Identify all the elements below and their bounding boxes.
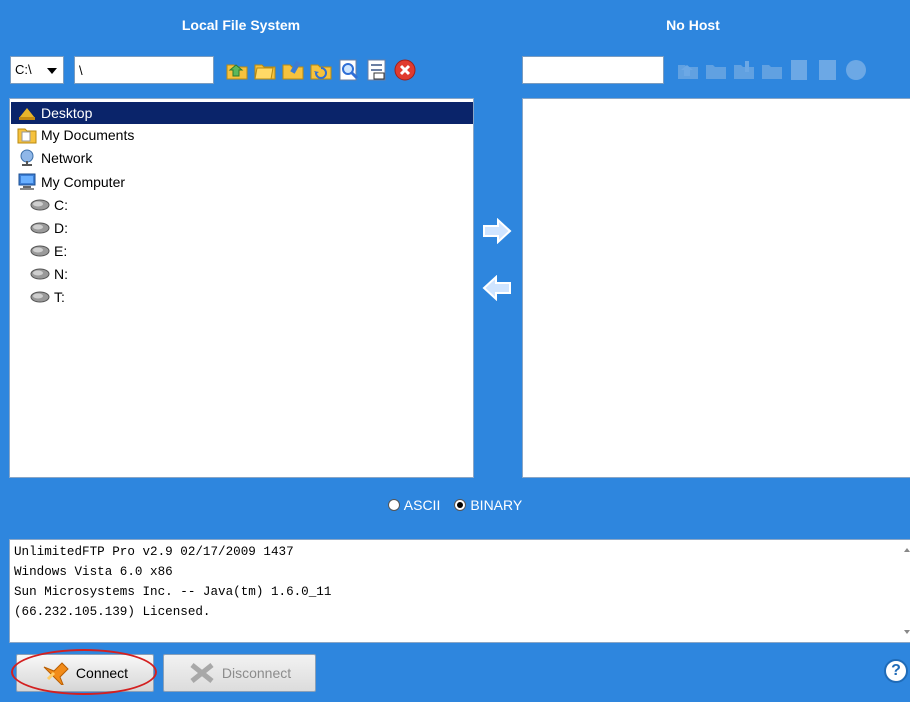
transfer-mode: ASCII BINARY bbox=[0, 490, 910, 520]
drive-icon bbox=[30, 219, 50, 237]
tree-item-my-computer[interactable]: My Computer bbox=[17, 171, 125, 193]
tree-item-label: C: bbox=[54, 197, 68, 213]
disconnect-icon bbox=[190, 663, 214, 683]
tree-item-label: D: bbox=[54, 220, 68, 236]
help-icon[interactable]: ? bbox=[884, 659, 908, 683]
desktop-icon bbox=[17, 104, 37, 122]
upload-button[interactable] bbox=[482, 217, 512, 245]
upload-folder-icon[interactable] bbox=[225, 58, 249, 82]
local-file-tree[interactable]: Desktop My Documents Network My Computer… bbox=[9, 98, 474, 478]
ascii-label: ASCII bbox=[403, 497, 441, 513]
view-file-icon[interactable] bbox=[337, 58, 361, 82]
tree-item-label: T: bbox=[54, 289, 65, 305]
local-pane-title: Local File System bbox=[181, 17, 301, 33]
download-button[interactable] bbox=[482, 274, 512, 302]
chevron-down-icon[interactable] bbox=[47, 68, 57, 74]
tree-item-drive-t[interactable]: T: bbox=[30, 286, 65, 308]
delete-icon[interactable] bbox=[393, 58, 417, 82]
scroll-up-icon[interactable] bbox=[904, 548, 910, 552]
refresh-folder-icon[interactable] bbox=[309, 58, 333, 82]
computer-icon bbox=[17, 173, 37, 191]
arrow-right-icon bbox=[483, 217, 512, 245]
remote-path-input[interactable] bbox=[522, 56, 664, 84]
rename-folder-icon[interactable] bbox=[281, 58, 305, 82]
remote-file-list[interactable] bbox=[522, 98, 910, 478]
refresh-folder-icon[interactable] bbox=[760, 58, 784, 82]
disconnect-label: Disconnect bbox=[221, 665, 292, 681]
tree-item-network[interactable]: Network bbox=[17, 147, 92, 169]
remote-toolbar bbox=[676, 56, 868, 84]
properties-icon[interactable] bbox=[816, 58, 840, 82]
console-line: Windows Vista 6.0 x86 bbox=[14, 565, 173, 579]
tree-item-label: Desktop bbox=[41, 105, 93, 121]
view-file-icon[interactable] bbox=[788, 58, 812, 82]
new-folder-icon[interactable] bbox=[704, 58, 728, 82]
tree-item-label: My Documents bbox=[41, 127, 135, 143]
console-line: Sun Microsystems Inc. -- Java(tm) 1.6.0_… bbox=[14, 585, 332, 599]
console-line: (66.232.105.139) Licensed. bbox=[14, 605, 211, 619]
ftp-client-window: Local File System No Host C:\ \ Desktop … bbox=[0, 0, 910, 702]
new-folder-icon[interactable] bbox=[253, 58, 277, 82]
upload-folder-icon[interactable] bbox=[676, 58, 700, 82]
connect-button[interactable]: Connect bbox=[16, 654, 154, 692]
arrow-left-icon bbox=[482, 274, 511, 302]
scroll-down-icon[interactable] bbox=[904, 630, 910, 634]
local-toolbar bbox=[225, 56, 417, 84]
local-path-input[interactable] bbox=[74, 56, 214, 84]
console-line: UnlimitedFTP Pro v2.9 02/17/2009 1437 bbox=[14, 545, 294, 559]
drive-icon bbox=[30, 288, 50, 306]
drive-select[interactable]: C:\ bbox=[10, 56, 64, 84]
connect-icon bbox=[43, 662, 69, 685]
disconnect-button[interactable]: Disconnect bbox=[163, 654, 316, 692]
tree-item-label: My Computer bbox=[41, 174, 126, 190]
delete-icon[interactable] bbox=[844, 58, 868, 82]
documents-icon bbox=[17, 126, 37, 144]
rename-folder-icon[interactable] bbox=[732, 58, 756, 82]
remote-pane-title: No Host bbox=[666, 17, 720, 33]
tree-item-my-documents[interactable]: My Documents bbox=[17, 124, 134, 146]
ascii-radio-circle[interactable] bbox=[387, 499, 400, 511]
tree-item-label: N: bbox=[54, 266, 68, 282]
binary-radio[interactable]: BINARY bbox=[454, 497, 522, 513]
tree-item-label: Network bbox=[41, 150, 93, 166]
tree-item-desktop[interactable]: Desktop bbox=[11, 102, 473, 124]
binary-label: BINARY bbox=[470, 497, 523, 513]
drive-select-value: C:\ bbox=[15, 62, 32, 77]
binary-radio-circle[interactable] bbox=[454, 499, 467, 511]
tree-item-drive-d[interactable]: D: bbox=[30, 217, 68, 239]
tree-item-drive-e[interactable]: E: bbox=[30, 240, 67, 262]
ascii-radio[interactable]: ASCII bbox=[387, 497, 441, 513]
tree-item-drive-n[interactable]: N: bbox=[30, 263, 68, 285]
drive-icon bbox=[30, 242, 50, 260]
tree-item-drive-c[interactable]: C: bbox=[30, 194, 68, 216]
connect-label: Connect bbox=[75, 665, 129, 681]
network-icon bbox=[17, 149, 37, 167]
tree-item-label: E: bbox=[54, 243, 68, 259]
console-log[interactable]: UnlimitedFTP Pro v2.9 02/17/2009 1437 Wi… bbox=[9, 539, 910, 643]
drive-icon bbox=[30, 265, 50, 283]
properties-icon[interactable] bbox=[365, 58, 389, 82]
drive-icon bbox=[30, 196, 50, 214]
